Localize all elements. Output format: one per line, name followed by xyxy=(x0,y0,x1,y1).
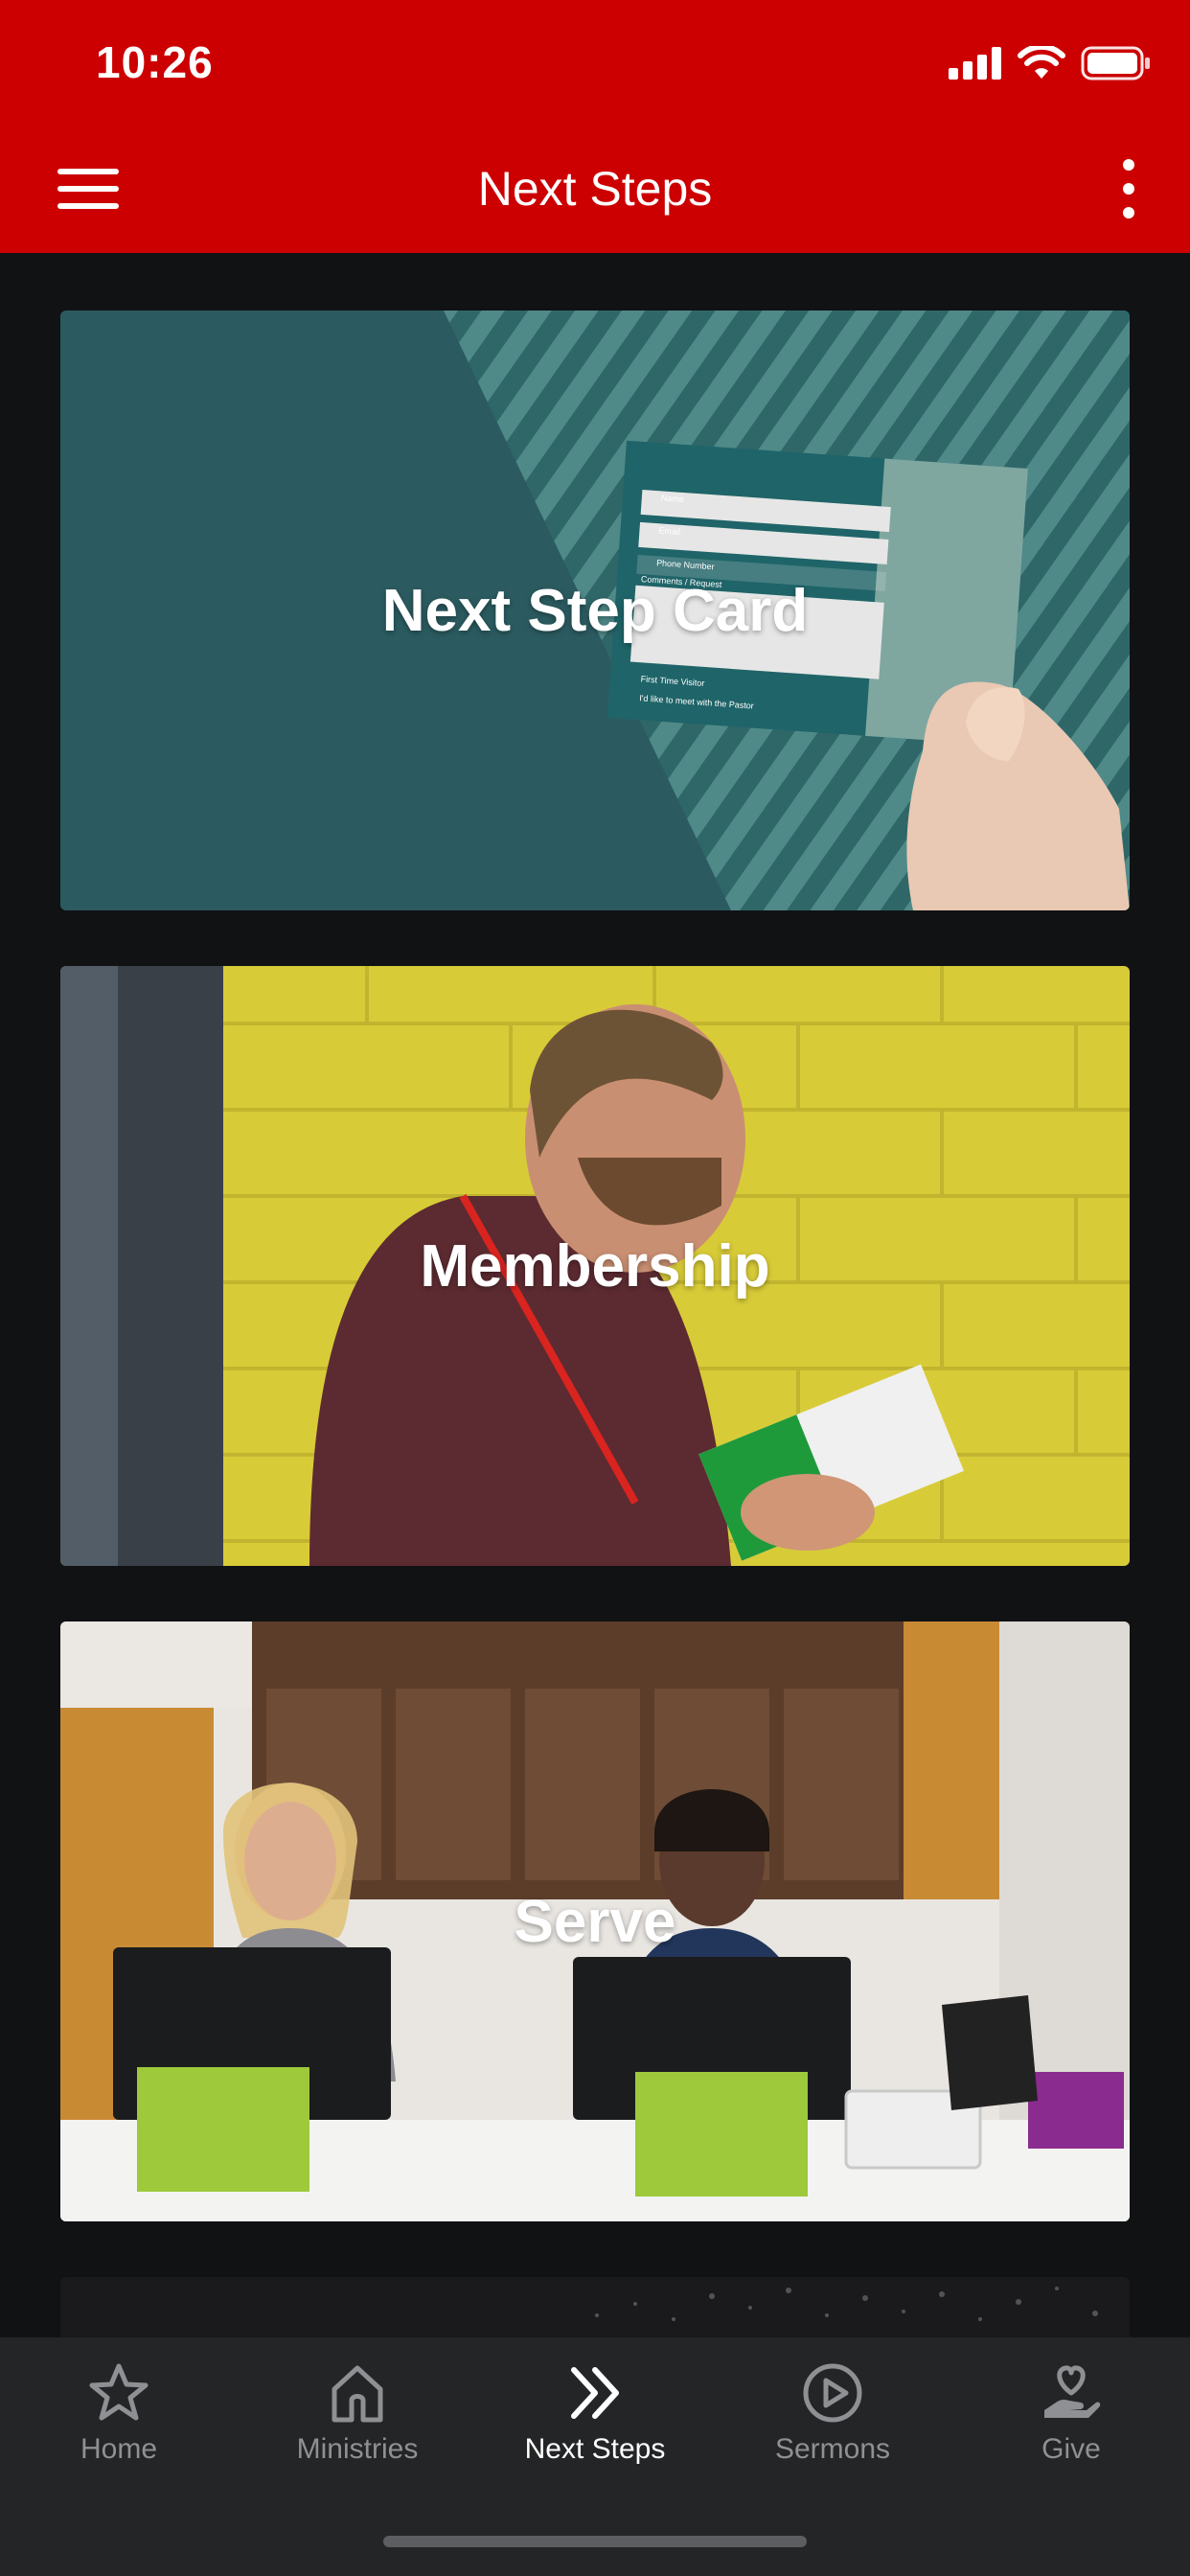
more-options-button[interactable] xyxy=(1115,159,1142,218)
tab-ministries[interactable]: Ministries xyxy=(239,2337,476,2491)
card-next-step-card[interactable]: Name Email Phone Number Comments / Reque… xyxy=(60,310,1130,910)
home-indicator xyxy=(383,2536,807,2547)
status-time: 10:26 xyxy=(96,37,214,87)
card-label: Serve xyxy=(514,1888,676,1955)
tab-next-steps[interactable]: Next Steps xyxy=(476,2337,714,2491)
tab-sermons[interactable]: Sermons xyxy=(714,2337,951,2491)
star-icon xyxy=(89,2363,149,2421)
heart-hand-icon xyxy=(1044,2365,1101,2418)
battery-icon xyxy=(1081,46,1150,80)
tab-label: Home xyxy=(80,2433,158,2465)
card-label: Membership xyxy=(420,1232,770,1300)
tab-label: Ministries xyxy=(296,2433,419,2465)
tab-give[interactable]: Give xyxy=(952,2337,1190,2491)
card-membership[interactable]: Membership xyxy=(60,966,1130,1566)
kebab-icon xyxy=(1123,159,1134,171)
signal-icon xyxy=(949,47,1001,80)
church-icon xyxy=(332,2365,383,2423)
card-label: Next Step Card xyxy=(381,577,809,644)
double-chevron-right-icon xyxy=(571,2367,619,2419)
card-serve[interactable]: Serve xyxy=(60,1622,1130,2221)
tab-label: Give xyxy=(1041,2433,1101,2465)
tab-home[interactable]: Home xyxy=(0,2337,238,2491)
page-title: Next Steps xyxy=(477,162,713,216)
tab-label: Sermons xyxy=(774,2433,891,2465)
wifi-icon xyxy=(1018,46,1065,79)
app-header: 10:26 Next Steps xyxy=(0,0,1190,253)
tab-label: Next Steps xyxy=(524,2433,666,2465)
play-circle-icon xyxy=(803,2363,862,2423)
status-icons xyxy=(949,46,1152,80)
